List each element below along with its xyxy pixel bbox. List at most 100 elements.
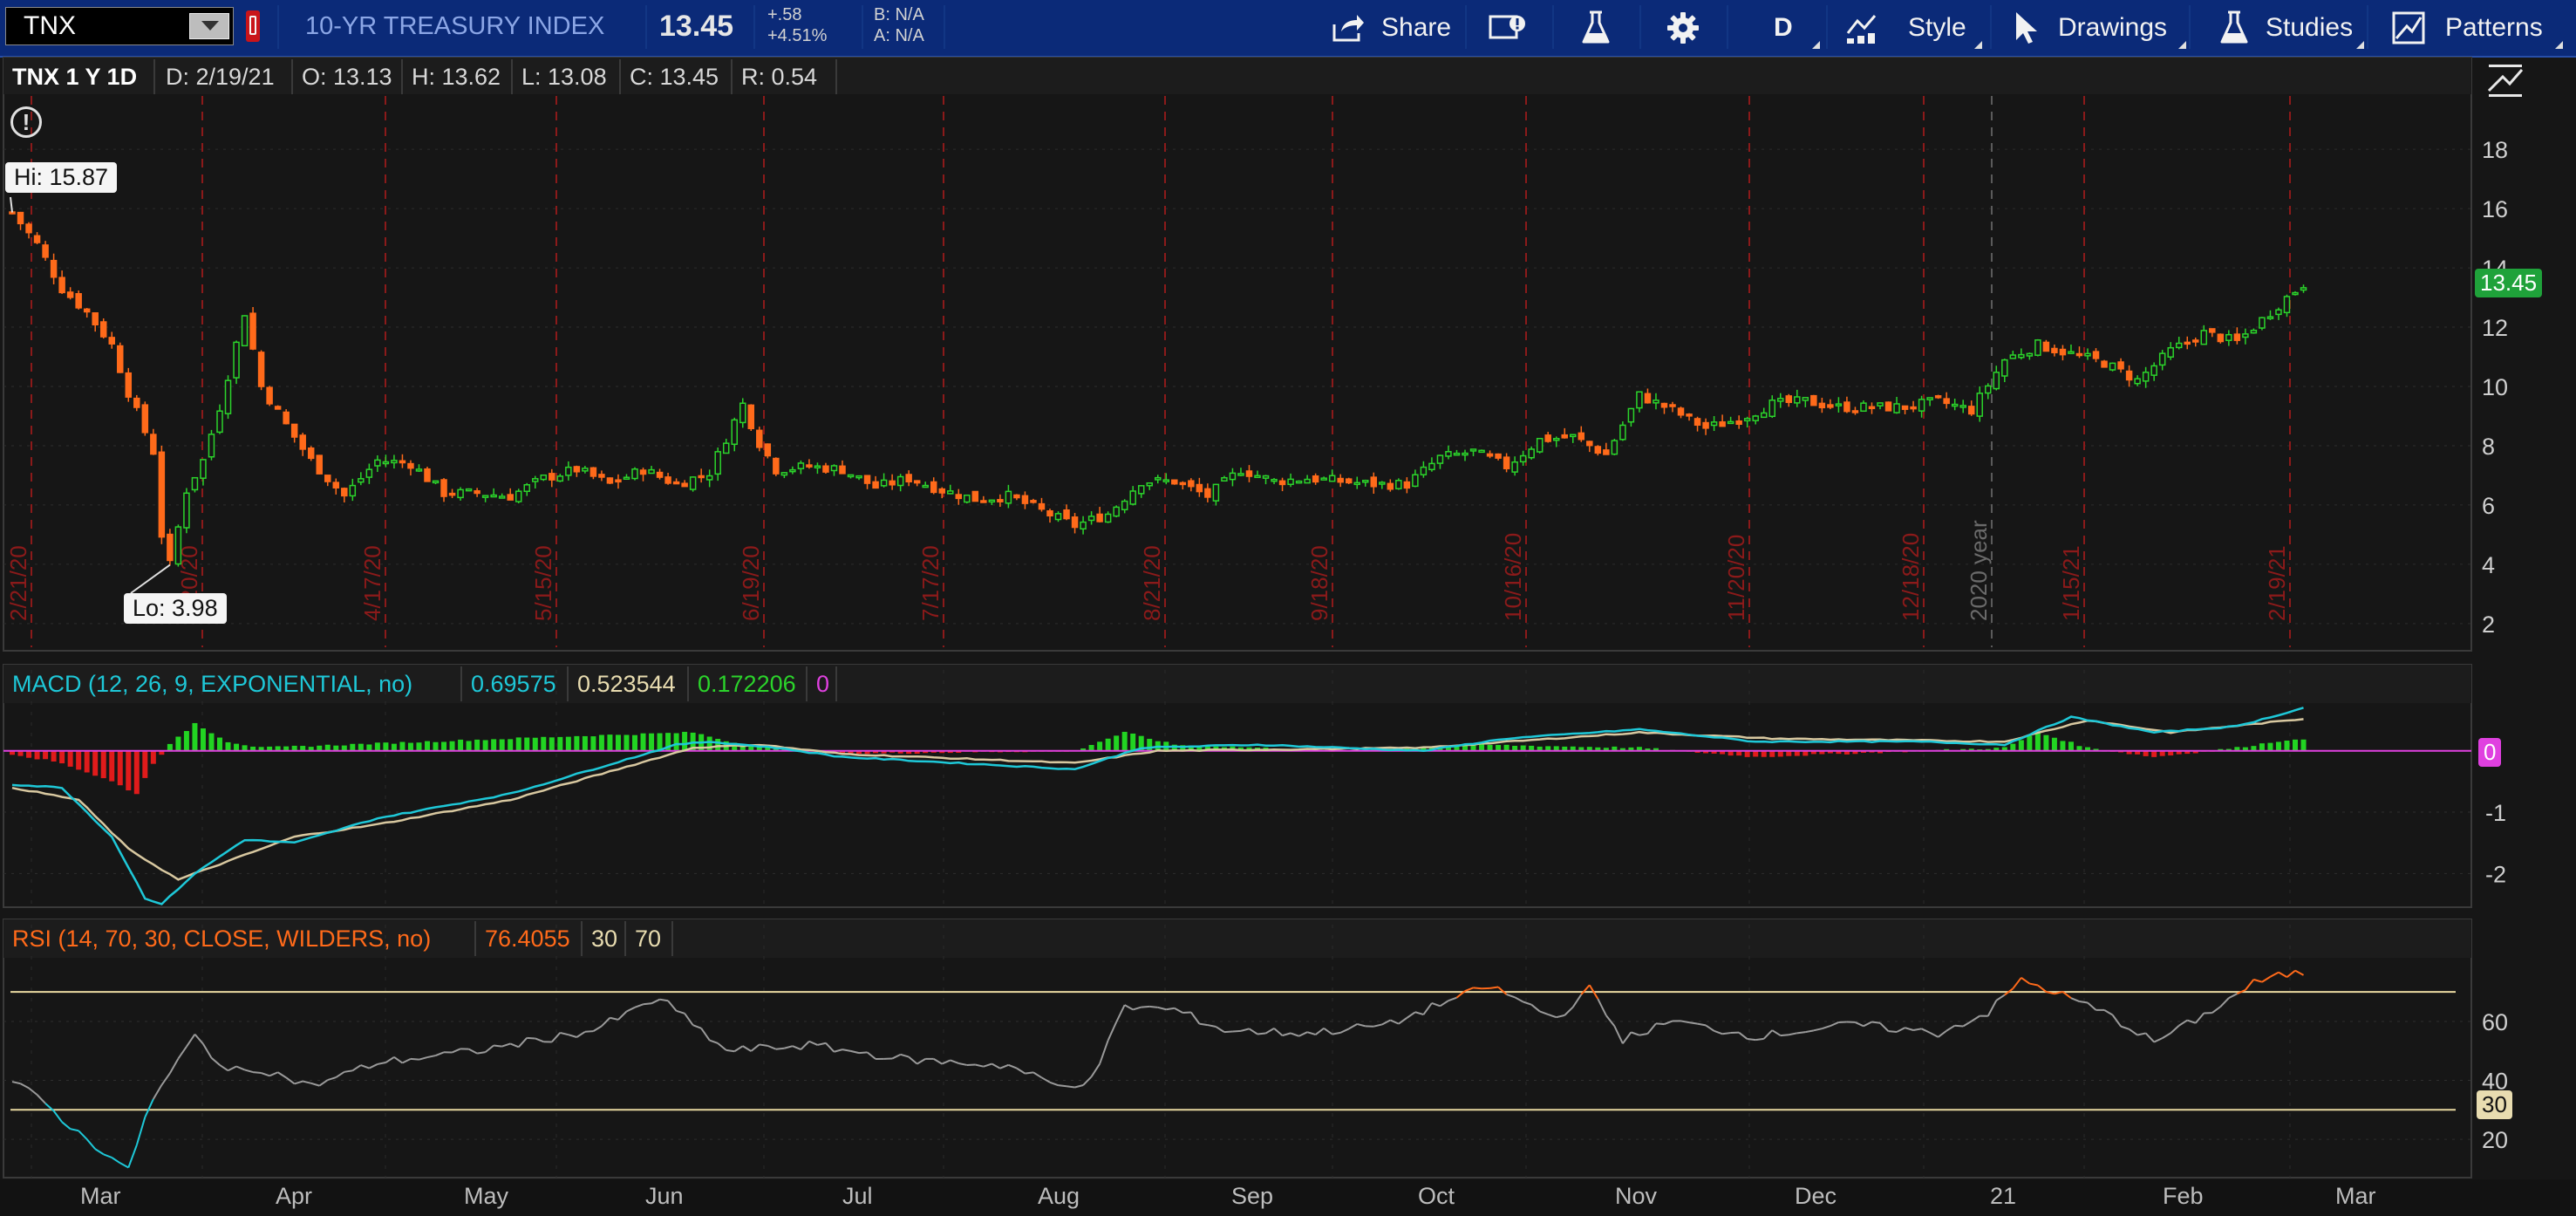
candle [382, 461, 390, 465]
rsi-line-segment [1813, 1028, 1823, 1032]
rsi-line-segment [1888, 1030, 1898, 1034]
ohlc-date: D: 2/19/21 [157, 59, 293, 94]
candle [1087, 516, 1095, 522]
ohlc-open: O: 13.13 [293, 59, 403, 94]
rsi-line-segment [1215, 1026, 1225, 1033]
rsi-line-segment [327, 1076, 337, 1082]
chart-canvas[interactable]: 246810121416182/21/203/20/204/17/205/15/… [0, 0, 2576, 1216]
candle [1669, 404, 1676, 407]
macd-zero-badge: 0 [2478, 738, 2502, 767]
price-chart-title: TNX 1 Y 1D [3, 59, 155, 94]
candle [2233, 333, 2241, 341]
candle [1436, 454, 1444, 464]
rsi-value: 76.4055 [476, 921, 583, 956]
rsi-line-segment [759, 1043, 768, 1047]
candle [1030, 500, 1037, 503]
macd-axis-tick: -2 [2485, 861, 2506, 887]
candle [747, 404, 755, 429]
price-axis-tick: 12 [2482, 315, 2508, 341]
candle [216, 410, 223, 434]
date-tick: Apr [276, 1183, 313, 1209]
macd-histogram-bar [1097, 741, 1103, 751]
candle [997, 499, 1004, 502]
rsi-line-segment [1639, 1033, 1648, 1036]
candle [1910, 406, 1917, 410]
macd-histogram-bar [582, 735, 588, 751]
low-marker-label: Lo: 3.98 [124, 593, 227, 624]
candle [1278, 480, 1286, 486]
candle [1686, 413, 1693, 417]
candle [872, 481, 879, 489]
rsi-line-segment [1132, 1006, 1142, 1011]
rsi-line-segment [210, 1056, 221, 1066]
rsi-line-segment [1406, 1011, 1416, 1019]
candle [2300, 287, 2307, 291]
rsi-line-segment [2012, 977, 2022, 989]
candle [299, 434, 306, 450]
candle [1603, 449, 1610, 455]
macd-histogram-bar [2275, 741, 2281, 751]
macd-histogram-bar [109, 750, 115, 782]
rsi-line-segment [1523, 1001, 1532, 1006]
candle [1054, 513, 1062, 521]
candle [1918, 399, 1925, 412]
rsi-line-segment [277, 1071, 287, 1079]
candle [17, 211, 24, 225]
candle [1636, 391, 1643, 409]
rsi-line-segment [385, 1056, 395, 1063]
week-marker-label: 4/17/20 [359, 545, 385, 621]
macd-histogram-bar [2060, 741, 2066, 751]
macd-histogram-bar [1761, 750, 1767, 757]
rsi-line-segment [1157, 1006, 1167, 1011]
candle [1959, 405, 1966, 408]
candle [1080, 521, 1087, 530]
rsi-line-segment [676, 1009, 685, 1014]
macd-histogram-bar [51, 750, 57, 762]
candle [50, 259, 58, 278]
candle [498, 495, 506, 499]
rsi-line-segment [160, 1072, 171, 1086]
candle [1710, 421, 1718, 427]
candle [1835, 403, 1843, 406]
rsi-line-segment [1389, 1019, 1400, 1025]
macd-histogram-bar [1088, 745, 1094, 751]
candle [2109, 362, 2116, 371]
candle [2134, 378, 2141, 385]
rsi-line-segment [1622, 1031, 1632, 1044]
candle [341, 488, 348, 497]
candle [1379, 482, 1386, 485]
rsi-line-segment [1174, 1007, 1183, 1014]
rsi-line-segment [726, 1049, 735, 1053]
rsi-line-segment [866, 1051, 876, 1060]
rsi-line-segment [20, 1083, 30, 1090]
rsi-line-segment [1912, 1028, 1922, 1031]
candle [2259, 317, 2266, 329]
rsi-line-segment [2219, 997, 2230, 1008]
rsi-line-segment [85, 1138, 96, 1150]
rsi-line-segment [1655, 1022, 1665, 1026]
candle [2059, 348, 2067, 356]
macd-histogram-bar [175, 736, 181, 751]
candle [1420, 466, 1428, 475]
macd-histogram-bar [2151, 750, 2157, 757]
candle [25, 223, 32, 234]
candle [1254, 475, 1261, 479]
candle [1428, 462, 1435, 471]
macd-histogram-bar [508, 739, 514, 751]
rsi-line-segment [152, 1084, 163, 1100]
rsi-line-segment [1141, 1005, 1150, 1008]
macd-histogram-bar [474, 739, 480, 751]
expand-chart-icon[interactable] [2485, 63, 2525, 98]
candle [1271, 478, 1278, 482]
candle [1578, 432, 1585, 441]
rsi-line-segment [1107, 1021, 1118, 1042]
info-icon[interactable]: ! [10, 106, 42, 138]
macd-avg-value: 0.523544 [569, 666, 689, 701]
candle [1760, 412, 1768, 419]
rsi-line-segment [535, 1037, 544, 1043]
candle [407, 462, 414, 469]
rsi-line-segment [2136, 1032, 2146, 1036]
rsi-line-segment [1082, 1076, 1093, 1086]
candle [183, 492, 190, 529]
candle [266, 386, 273, 405]
